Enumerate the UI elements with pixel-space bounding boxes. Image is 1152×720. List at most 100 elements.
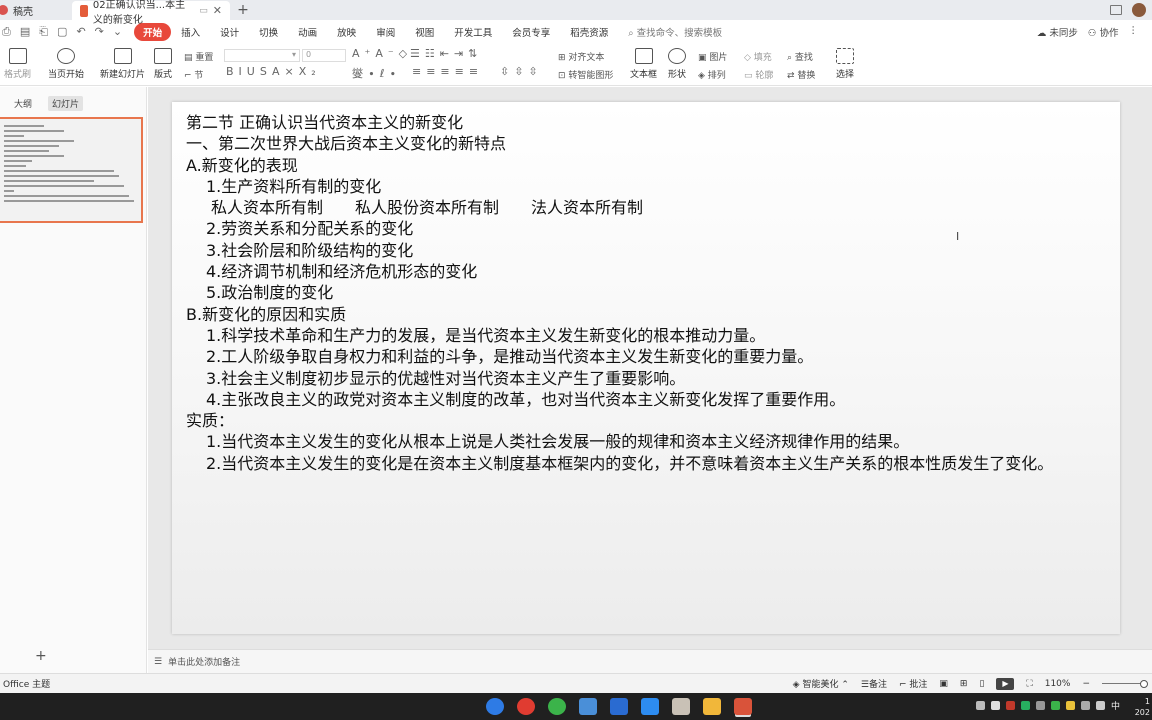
menu-tab-member[interactable]: 会员专享 (502, 25, 560, 39)
wechat-tray-icon[interactable] (1021, 701, 1030, 710)
tab-document[interactable]: 02正确认识当...本主义的新变化 ▭ ✕ (72, 0, 230, 26)
quick-access-toolbar: ⎙ ▤ ⎗ ▢ ↶ ↷ ⌄ (0, 25, 122, 39)
clock-date: 202 (1134, 708, 1150, 717)
slide-line: 2.当代资本主义发生的变化是在资本主义制度基本框架内的变化，并不意味着资本主义生… (206, 453, 1054, 473)
notes-toggle-button[interactable]: ☰备注 (861, 677, 887, 690)
redo-icon[interactable]: ↷ (95, 25, 104, 39)
list-controls[interactable]: ☰☷⇤⇥⇅ (410, 47, 482, 60)
print-icon[interactable]: ⎗ (39, 25, 48, 39)
outline-button[interactable]: ▭ 轮廓 (744, 68, 773, 81)
select-button[interactable]: 选择 (836, 48, 854, 80)
tab-outline[interactable]: 大纲 (10, 96, 36, 111)
sorter-view-icon[interactable]: ⊞ (960, 679, 968, 689)
sync-status[interactable]: ☁ 未同步 (1037, 25, 1078, 39)
shield-icon[interactable] (610, 698, 628, 715)
font-size-select[interactable]: 0 (302, 49, 346, 62)
new-tab-button[interactable]: + (230, 0, 256, 20)
menu-tab-transition[interactable]: 切换 (249, 25, 288, 39)
menu-tab-slideshow[interactable]: 放映 (327, 25, 366, 39)
menu-tab-developer[interactable]: 开发工具 (444, 25, 502, 39)
align-text-button[interactable]: ⊞ 对齐文本 (558, 50, 604, 63)
text-format-controls[interactable]: BIUSA×X₂ (226, 65, 321, 78)
add-slide-button[interactable]: + (35, 648, 47, 664)
notes-pane[interactable]: ☰ 单击此处添加备注 (148, 649, 1152, 673)
status-bar: Office 主题 ◈ 智能美化 ⌃ ☰备注 ⌐ 批注 ▣ ⊞ ▯ ▶ ⛶ 11… (0, 673, 1152, 693)
feishu-icon[interactable] (641, 698, 659, 715)
comment-button[interactable]: ⌐ 批注 (899, 677, 927, 690)
normal-view-icon[interactable]: ▣ (939, 679, 948, 689)
wechat-icon[interactable] (548, 698, 566, 715)
zoom-out-icon[interactable]: − (1082, 679, 1090, 689)
find-button[interactable]: ⌕ 查找 (787, 50, 813, 63)
smart-beautify-button[interactable]: ◈ 智能美化 ⌃ (793, 677, 849, 690)
print-preview-icon[interactable]: ▤ (20, 25, 30, 39)
undo-icon[interactable]: ↶ (76, 25, 85, 39)
more-menu-icon[interactable]: ⋮ (1129, 25, 1139, 39)
tab-slides[interactable]: 幻灯片 (48, 96, 84, 111)
wps-tray-icon[interactable] (1006, 701, 1015, 710)
brush-icon (8, 48, 27, 64)
fill-button[interactable]: ◇ 填充 (744, 50, 772, 63)
menu-tab-design[interactable]: 设计 (210, 25, 249, 39)
netease-music-icon[interactable] (517, 698, 535, 715)
slide-thumbnail[interactable] (0, 117, 143, 223)
security-tray-icon[interactable] (1051, 701, 1060, 710)
font-family-select[interactable]: ▾ (224, 49, 300, 62)
slide-text-box[interactable]: 第二节 正确认识当代资本主义的新变化 一、第二次世界大战后资本主义变化的新特点 … (186, 112, 1112, 474)
format-brush-button[interactable]: 格式刷 (4, 48, 31, 80)
from-start-button[interactable]: 当页开始 (48, 48, 84, 80)
clock[interactable]: 1 202 (1135, 696, 1150, 718)
ime-indicator[interactable]: 中 (1111, 699, 1120, 712)
layout-button[interactable]: 版式 (154, 48, 172, 80)
tab-home[interactable]: 稿壳 (0, 0, 72, 20)
spacing-controls[interactable]: ⇳⇳⇳ (500, 65, 543, 78)
photo-app-icon[interactable] (672, 698, 690, 715)
folder-icon[interactable] (703, 698, 721, 715)
save-icon[interactable]: ⎙ (2, 25, 11, 39)
reset-button[interactable]: ▤ 重置 (184, 50, 213, 63)
export-icon[interactable]: ▢ (57, 25, 67, 39)
menu-tab-resources[interactable]: 稻壳资源 (560, 25, 618, 39)
menu-tab-view[interactable]: 视图 (405, 25, 444, 39)
tray-screen-icon[interactable] (976, 701, 985, 710)
volume-icon[interactable] (1096, 701, 1105, 710)
arrange-button[interactable]: ◈ 排列 (698, 68, 726, 81)
layout-label: 版式 (154, 70, 173, 80)
to-smartart-button[interactable]: ⊡ 转智能图形 (558, 68, 613, 81)
fit-icon[interactable]: ⛶ (1026, 679, 1032, 689)
calculator-icon[interactable] (579, 698, 597, 715)
zoom-slider[interactable] (1102, 680, 1148, 688)
menu-tab-review[interactable]: 审阅 (366, 25, 405, 39)
close-tab-icon[interactable]: ✕ (213, 4, 222, 17)
window-layout-icon[interactable] (1110, 5, 1122, 15)
microphone-icon[interactable] (991, 701, 1000, 710)
menu-tab-animation[interactable]: 动画 (288, 25, 327, 39)
replace-button[interactable]: ⇄ 替换 (787, 68, 815, 81)
textbox-button[interactable]: 文本框 (630, 48, 657, 80)
font-size-controls[interactable]: A⁺A⁻◇ (352, 47, 412, 60)
shape-button[interactable]: 形状 (668, 48, 686, 80)
usb-icon[interactable] (1036, 701, 1045, 710)
tray-app-icon[interactable] (1066, 701, 1075, 710)
section-button[interactable]: ⌐ 节 (184, 68, 203, 81)
menu-tab-start[interactable]: 开始 (134, 23, 172, 41)
picture-button[interactable]: ▣ 图片 (698, 50, 727, 63)
slide[interactable]: 第二节 正确认识当代资本主义的新变化 一、第二次世界大战后资本主义变化的新特点 … (172, 102, 1120, 634)
align-controls[interactable]: ≡≡≡≡≡ (412, 65, 483, 78)
command-search[interactable]: ⌕ 查找命令、搜索模板 (628, 25, 722, 39)
avatar[interactable] (1132, 3, 1146, 17)
new-slide-button[interactable]: 新建幻灯片 (100, 48, 145, 80)
play-slideshow-button[interactable]: ▶ (996, 677, 1015, 690)
screen-icon[interactable]: ▭ (199, 6, 208, 16)
slide-line: 3.社会主义制度初步显示的优越性对当代资本主义产生了重要影响。 (206, 368, 686, 388)
edge-icon[interactable] (486, 698, 504, 715)
network-icon[interactable] (1081, 701, 1090, 710)
outline-icon: ▭ (744, 71, 753, 81)
wps-icon[interactable] (734, 698, 752, 715)
text-effect-controls[interactable]: 燮∙ℓ∙ (352, 65, 401, 81)
zoom-level[interactable]: 110% (1045, 679, 1071, 689)
more-icon[interactable]: ⌄ (113, 25, 122, 39)
reading-view-icon[interactable]: ▯ (979, 679, 984, 689)
menu-tab-insert[interactable]: 插入 (171, 25, 210, 39)
collab-button[interactable]: ⚇ 协作 (1088, 25, 1119, 39)
